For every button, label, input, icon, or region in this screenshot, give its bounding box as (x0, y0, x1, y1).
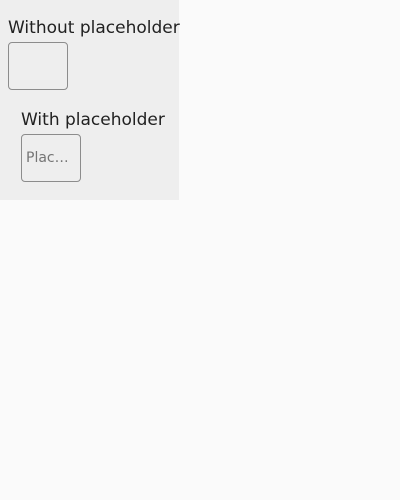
demo-panel: Without placeholder With placeholder (0, 0, 180, 200)
text-field-with-placeholder[interactable] (21, 134, 81, 182)
without-placeholder-label: Without placeholder (8, 18, 180, 38)
text-field-without-placeholder[interactable] (8, 42, 68, 90)
with-placeholder-label: With placeholder (21, 110, 165, 130)
